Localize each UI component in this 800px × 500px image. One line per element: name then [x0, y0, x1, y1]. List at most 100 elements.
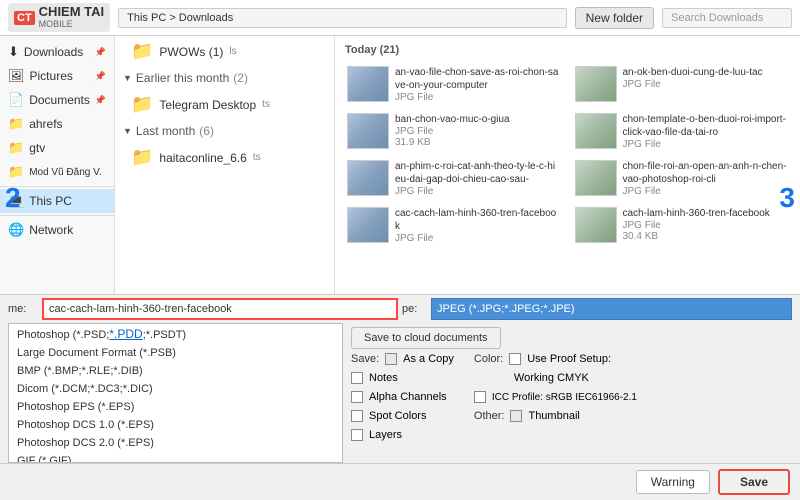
sidebar-label-this-pc: This PC — [29, 194, 72, 208]
dropdown-option-psb[interactable]: Large Document Format (*.PSB) — [9, 344, 342, 362]
file-name: chon-template-o-ben-duoi-roi-import-clic… — [623, 113, 789, 139]
file-name: an-vao-file-chon-save-as-roi-chon-save-o… — [395, 66, 561, 92]
sidebar-label-pictures: Pictures — [30, 69, 73, 83]
sidebar-item-network[interactable]: 🌐 Network — [0, 218, 114, 242]
sidebar: ⬇ Downloads 📌 🖼 Pictures 📌 📄 Documents 📌… — [0, 36, 115, 294]
pictures-icon: 🖼 — [8, 68, 25, 84]
file-info: cach-lam-hinh-360-tren-facebook JPG File… — [623, 207, 789, 242]
color-label: Color: — [474, 353, 503, 365]
filetype-display: JPEG (*.JPG;*.JPEG;*.JPE) — [431, 298, 792, 320]
documents-icon: 📄 — [8, 92, 24, 108]
sidebar-item-gtv[interactable]: 📁 gtv — [0, 136, 114, 160]
other-label: Other: — [474, 410, 505, 422]
path-bar[interactable]: This PC > Downloads — [118, 8, 566, 28]
file-name: an-phim-c-roi-cat-anh-theo-ty-le-c-hieu-… — [395, 160, 561, 186]
notes-label: Notes — [369, 372, 398, 384]
dropdown-option-eps3[interactable]: Photoshop DCS 2.0 (*.EPS) — [9, 434, 342, 452]
dropdown-option-eps1[interactable]: Photoshop EPS (*.EPS) — [9, 398, 342, 416]
brand-name: CHIEM TAI — [39, 5, 104, 19]
sidebar-item-mod[interactable]: 📁 Mod Vũ Đăng V. — [0, 160, 114, 184]
list-item[interactable]: cac-cach-lam-hinh-360-tren-facebook JPG … — [341, 203, 567, 248]
haitac-suffix: ts — [253, 152, 261, 163]
list-item[interactable]: chon-file-roi-an-open-an-anh-n-chen-vao-… — [569, 156, 795, 201]
file-info: chon-file-roi-an-open-an-anh-n-chen-vao-… — [623, 160, 789, 197]
dropdown-list[interactable]: Photoshop (*.PSD;*.PDD;*.PSDT) Large Doc… — [8, 323, 343, 463]
layers-row: Layers — [351, 429, 454, 441]
tree-item-pwows[interactable]: 📁 PWOWs (1) ls — [115, 36, 334, 67]
file-size: 31.9 KB — [395, 137, 561, 148]
tree-item-haitac[interactable]: 📁 haitaconline_6.6 ts — [115, 142, 334, 173]
save-button[interactable]: Save — [718, 469, 790, 495]
filename-input[interactable] — [42, 298, 398, 320]
spot-checkbox[interactable] — [351, 410, 363, 422]
file-type: JPG File — [395, 186, 561, 197]
new-folder-button[interactable]: New folder — [575, 7, 654, 29]
file-type: JPG File — [623, 220, 789, 231]
dropdown-option-psd[interactable]: Photoshop (*.PSD;*.PDD;*.PSDT) — [9, 324, 342, 344]
file-info: cac-cach-lam-hinh-360-tren-facebook JPG … — [395, 207, 561, 244]
action-bar: Warning Save — [0, 463, 800, 500]
tree-header-earlier[interactable]: ▼ Earlier this month (2) — [115, 67, 334, 89]
notes-checkbox[interactable] — [351, 372, 363, 384]
pwows-suffix: ls — [229, 46, 236, 57]
alpha-checkbox[interactable] — [351, 391, 363, 403]
list-item[interactable]: chon-template-o-ben-duoi-roi-import-clic… — [569, 109, 795, 154]
layers-checkbox[interactable] — [351, 429, 363, 441]
list-item[interactable]: cach-lam-hinh-360-tren-facebook JPG File… — [569, 203, 795, 248]
list-item[interactable]: an-vao-file-chon-save-as-roi-chon-save-o… — [341, 62, 567, 107]
step-number-2: 2 — [5, 182, 21, 214]
file-info: ban-chon-vao-muc-o-giua JPG File 31.9 KB — [395, 113, 561, 148]
file-name: an-ok-ben-duoi-cung-de-luu-tac — [623, 66, 789, 79]
tree-item-pwows-name: PWOWs (1) — [159, 45, 223, 59]
tree-item-telegram[interactable]: 📁 Telegram Desktop ts — [115, 89, 334, 120]
list-item[interactable]: an-ok-ben-duoi-cung-de-luu-tac JPG File — [569, 62, 795, 107]
tree-section-earlier: ▼ Earlier this month (2) 📁 Telegram Desk… — [115, 67, 334, 120]
sidebar-item-ahrefs[interactable]: 📁 ahrefs — [0, 112, 114, 136]
file-grid-items: an-vao-file-chon-save-as-roi-chon-save-o… — [341, 62, 794, 248]
file-grid: Today (21) an-vao-file-chon-save-as-roi-… — [335, 36, 800, 294]
as-copy-checkbox[interactable] — [385, 353, 397, 365]
tree-header-earlier-label: Earlier this month — [136, 71, 229, 85]
folder-telegram-icon: 📁 — [131, 94, 153, 115]
format-label: me: — [8, 303, 38, 315]
file-info: an-phim-c-roi-cat-anh-theo-ty-le-c-hieu-… — [395, 160, 561, 197]
sidebar-item-pictures[interactable]: 🖼 Pictures 📌 — [0, 64, 114, 88]
layers-label: Layers — [369, 429, 402, 441]
telegram-suffix: ts — [262, 99, 270, 110]
sidebar-label-gtv: gtv — [29, 141, 45, 155]
search-input[interactable]: Search Downloads — [662, 8, 792, 28]
alpha-label: Alpha Channels — [369, 391, 447, 403]
warning-button[interactable]: Warning — [636, 470, 710, 494]
use-proof-checkbox[interactable] — [509, 353, 521, 365]
list-item[interactable]: ban-chon-vao-muc-o-giua JPG File 31.9 KB — [341, 109, 567, 154]
dropdown-option-gif[interactable]: GIF (*.GIF) — [9, 452, 342, 463]
thumbnail-checkbox[interactable] — [510, 410, 522, 422]
file-grid-header: Today (21) — [341, 42, 794, 62]
icc-checkbox[interactable] — [474, 391, 486, 403]
pin-icon2: 📌 — [95, 71, 106, 82]
tree-section-today: 📁 PWOWs (1) ls — [115, 36, 334, 67]
file-type: JPG File — [623, 79, 789, 90]
working-cmyk-row: Working CMYK — [474, 372, 637, 384]
save-type-area: Photoshop (*.PSD;*.PDD;*.PSDT) Large Doc… — [0, 323, 800, 463]
notes-row: Notes — [351, 372, 454, 384]
file-type: JPG File — [395, 92, 561, 103]
file-tree: 📁 PWOWs (1) ls ▼ Earlier this month (2) … — [115, 36, 335, 294]
tree-header-lastmonth[interactable]: ▼ Last month (6) — [115, 120, 334, 142]
pin-icon: 📌 — [95, 47, 106, 58]
sidebar-item-downloads[interactable]: ⬇ Downloads 📌 — [0, 40, 114, 64]
file-type: JPG File — [395, 126, 561, 137]
color-row: Color: Use Proof Setup: — [474, 353, 637, 365]
list-item[interactable]: an-phim-c-roi-cat-anh-theo-ty-le-c-hieu-… — [341, 156, 567, 201]
file-name: cach-lam-hinh-360-tren-facebook — [623, 207, 789, 220]
dropdown-option-eps2[interactable]: Photoshop DCS 1.0 (*.EPS) — [9, 416, 342, 434]
save-dialog: me: pe: JPEG (*.JPG;*.JPEG;*.JPE) Photos… — [0, 294, 800, 500]
dropdown-option-bmp[interactable]: BMP (*.BMP;*.RLE;*.DIB) — [9, 362, 342, 380]
file-name: chon-file-roi-an-open-an-anh-n-chen-vao-… — [623, 160, 789, 186]
folder-ahrefs-icon: 📁 — [8, 116, 24, 132]
dropdown-option-dcm[interactable]: Dicom (*.DCM;*.DC3;*.DIC) — [9, 380, 342, 398]
tree-header-lastmonth-count: (6) — [199, 124, 214, 138]
as-copy-label: As a Copy — [403, 353, 454, 365]
sidebar-item-documents[interactable]: 📄 Documents 📌 — [0, 88, 114, 112]
save-to-cloud-button[interactable]: Save to cloud documents — [351, 327, 501, 349]
